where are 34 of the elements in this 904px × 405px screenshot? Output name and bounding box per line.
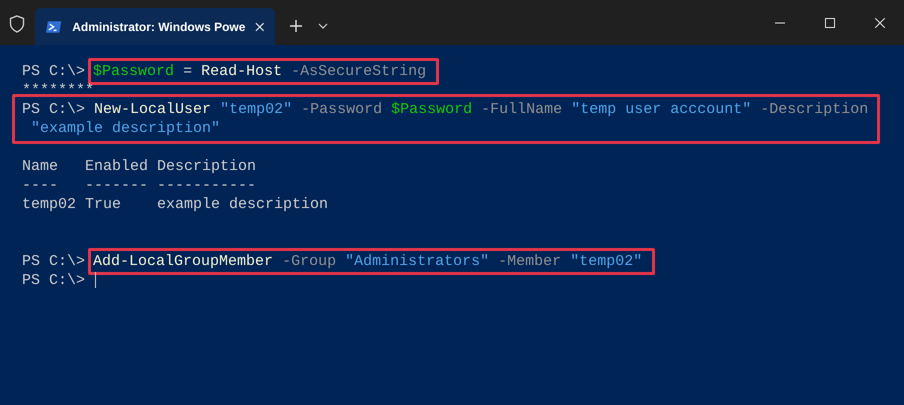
chevron-down-icon[interactable] xyxy=(318,23,328,29)
parameter-name: -FullName xyxy=(481,101,562,118)
string-literal: "temp user acccount" xyxy=(571,101,752,118)
parameter-name: -AsSecureString xyxy=(291,63,426,80)
tab[interactable]: Administrator: Windows Powe xyxy=(35,8,275,45)
maximize-icon[interactable] xyxy=(825,18,835,28)
parameter-name: -Password xyxy=(301,101,382,118)
operator: = xyxy=(183,63,192,80)
cmdlet-name: Read-Host xyxy=(201,63,282,80)
close-icon[interactable] xyxy=(875,18,885,28)
prompt: PS C:\> xyxy=(22,272,86,289)
parameter-name: -Member xyxy=(498,253,562,270)
shield-icon xyxy=(9,15,25,33)
output-text: ******** xyxy=(22,82,94,99)
string-literal: "temp02" xyxy=(570,253,642,270)
prompt: PS C:\> xyxy=(22,253,86,270)
close-icon[interactable] xyxy=(255,22,265,32)
cmdlet-name: Add-LocalGroupMember xyxy=(93,253,274,270)
output-text: ---- ------- ----------- xyxy=(22,177,256,194)
cmdlet-name: New-LocalUser xyxy=(94,101,212,118)
prompt: PS C:\> xyxy=(22,101,86,118)
string-literal: "Administrators" xyxy=(345,253,490,270)
variable-name: $Password xyxy=(93,63,174,80)
output-text: Name Enabled Description xyxy=(22,158,256,175)
prompt: PS C:\> xyxy=(22,63,86,80)
plus-icon[interactable] xyxy=(289,19,303,33)
output-text: temp02 True example description xyxy=(22,196,328,213)
string-literal: "example description" xyxy=(31,120,220,137)
parameter-name: -Description xyxy=(760,101,868,118)
string-literal: "temp02" xyxy=(220,101,292,118)
tab-title: Administrator: Windows Powe xyxy=(72,18,246,36)
powershell-icon xyxy=(45,20,62,34)
variable-name: $Password xyxy=(391,101,472,118)
parameter-name: -Group xyxy=(282,253,336,270)
